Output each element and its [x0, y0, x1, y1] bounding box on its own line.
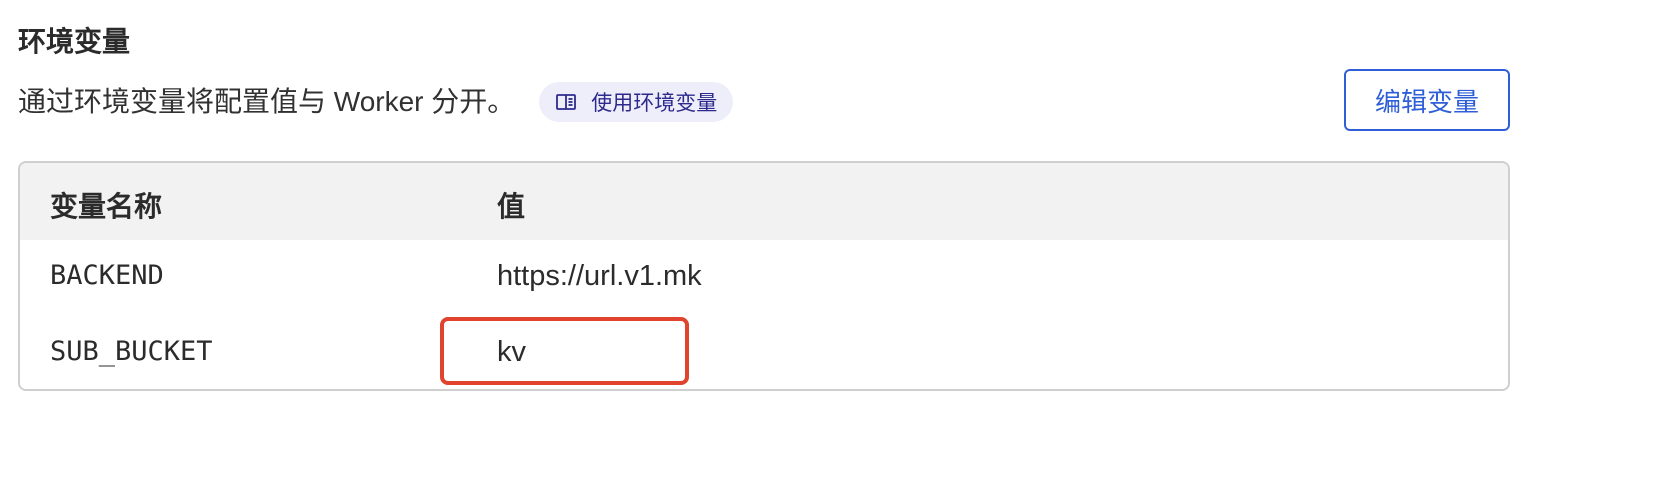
table-row: BACKEND https://url.v1.mk	[20, 240, 1508, 316]
docs-link-pill[interactable]: 使用环境变量	[539, 82, 734, 122]
section-title: 环境变量	[18, 26, 131, 57]
section-description: 通过环境变量将配置值与 Worker 分开。	[18, 86, 516, 117]
variable-value: kv	[497, 336, 526, 368]
env-vars-table: 变量名称 值 BACKEND https://url.v1.mk SUB_BUC…	[18, 161, 1510, 391]
book-icon	[555, 92, 577, 112]
edit-variables-button[interactable]: 编辑变量	[1344, 69, 1510, 131]
variable-value: https://url.v1.mk	[497, 260, 702, 292]
docs-link-label: 使用环境变量	[591, 92, 718, 115]
variable-name: SUB_BUCKET	[50, 336, 213, 367]
column-header-name: 变量名称	[50, 191, 163, 222]
table-header: 变量名称 值	[20, 163, 1508, 240]
variable-name: BACKEND	[50, 260, 164, 291]
table-row: SUB_BUCKET kv	[20, 316, 1508, 389]
description-row: 通过环境变量将配置值与 Worker 分开。 使用环境变量	[18, 82, 734, 122]
column-header-value: 值	[497, 191, 526, 222]
